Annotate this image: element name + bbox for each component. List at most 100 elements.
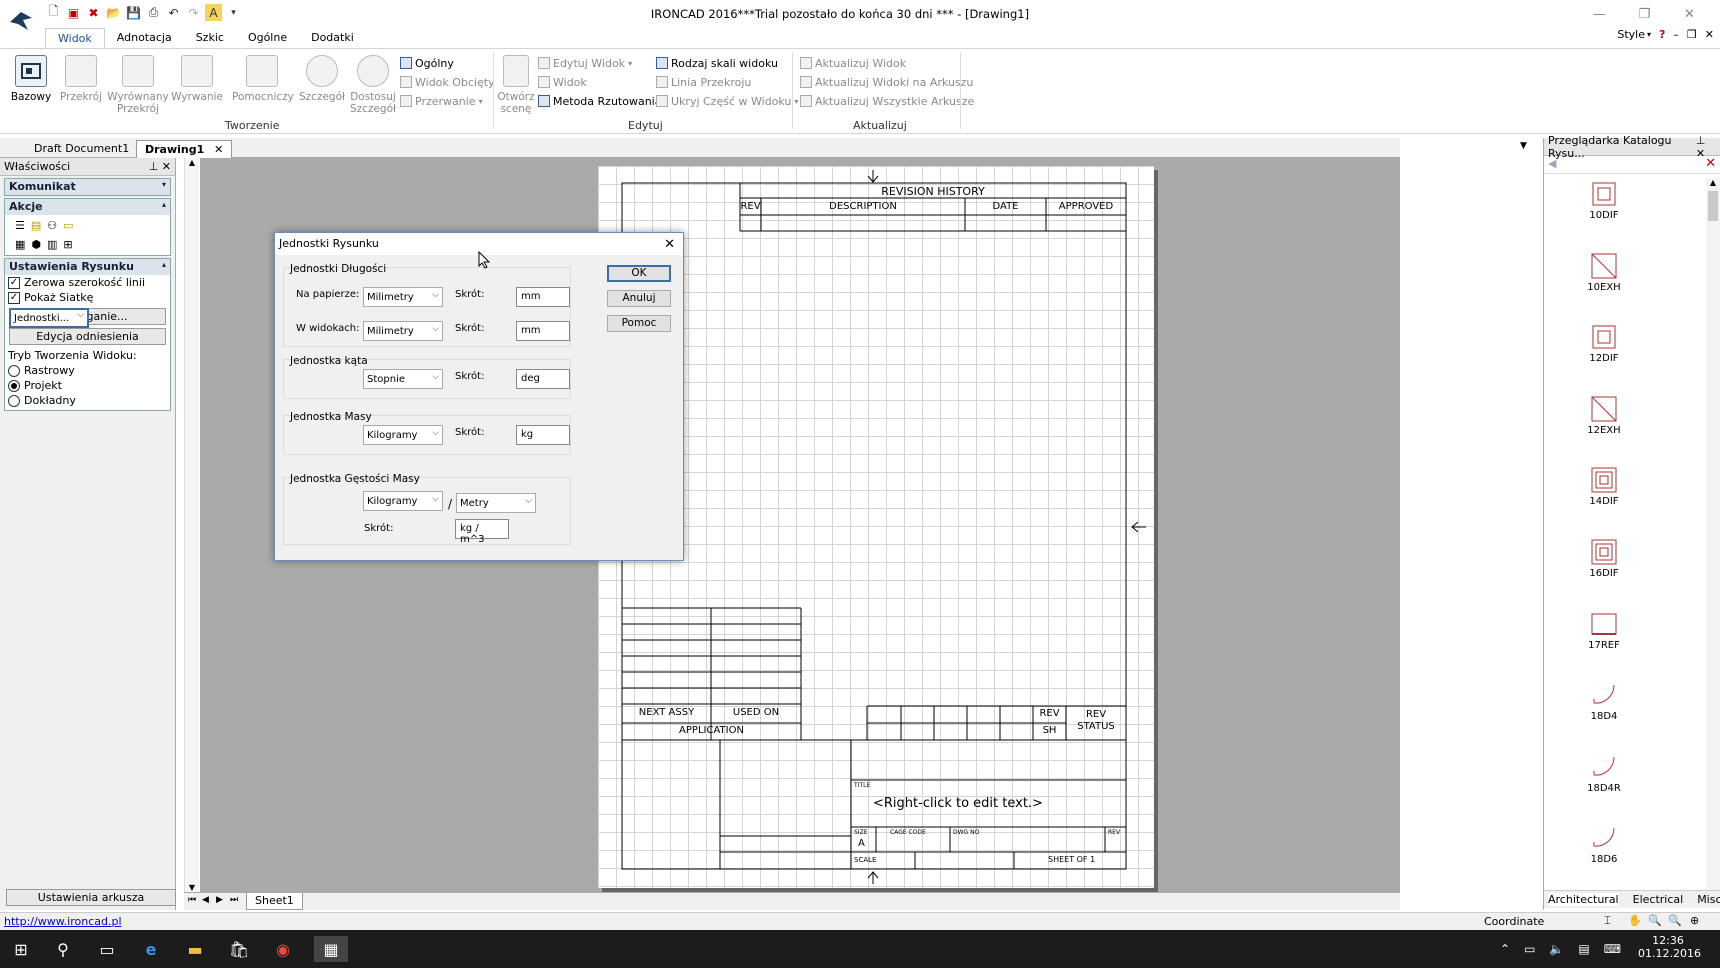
aligned-section-button[interactable]: Wyrównany Przekrój	[107, 55, 169, 115]
customize-qat-icon[interactable]: ▾	[225, 4, 242, 21]
keyboard-icon[interactable]: ⌨	[1604, 942, 1621, 956]
scroll-down-icon[interactable]: ▼	[185, 883, 199, 892]
cursor-tool-icon[interactable]: ⌶	[1604, 914, 1611, 928]
close-panel-icon[interactable]: ✕	[162, 160, 171, 173]
app-logo[interactable]	[8, 8, 34, 34]
paper-unit-select[interactable]: Milimetry	[363, 287, 443, 307]
dialog-close-icon[interactable]: ✕	[664, 237, 675, 252]
density-length-select[interactable]: Metry	[456, 493, 536, 513]
store-icon[interactable]: 🛍	[226, 936, 252, 962]
sheet-settings-button[interactable]: Ustawienia arkusza	[6, 889, 176, 906]
scroll-up-icon[interactable]: ▲	[185, 158, 199, 167]
tab-misc[interactable]: Misc	[1697, 893, 1720, 906]
mode-exact-radio[interactable]: Dokładny	[5, 393, 170, 408]
komunikat-header[interactable]: Komunikat ▾	[5, 179, 170, 195]
auxiliary-view-button[interactable]: Pomocniczy	[232, 55, 294, 103]
first-sheet-icon[interactable]: ⏮	[188, 895, 196, 905]
action-folder-icon[interactable]: ▭	[63, 219, 73, 232]
view-scale-type-button[interactable]: Rodzaj skali widoku	[656, 54, 778, 72]
volume-icon[interactable]: 🔈	[1549, 942, 1564, 956]
catalog-item[interactable]: 18D4R	[1574, 753, 1634, 794]
akcje-header[interactable]: Akcje ▴	[5, 199, 170, 215]
last-sheet-icon[interactable]: ⏭	[230, 895, 238, 905]
canvas-vertical-scrollbar[interactable]: ▲ ▼	[184, 158, 199, 892]
help-icon[interactable]: ?	[1659, 28, 1665, 41]
windows-start-icon[interactable]: ⊞	[8, 936, 34, 962]
highlight-icon[interactable]: A	[205, 4, 222, 21]
close-tab-icon[interactable]: ✕	[214, 143, 223, 156]
catalog-item[interactable]: 10DIF	[1574, 180, 1634, 221]
update-all-sheets-button[interactable]: Aktualizuj Wszystkie Arkusze	[800, 92, 974, 110]
action-grid-icon[interactable]: ▦	[15, 238, 25, 251]
network-icon[interactable]: ▭	[1524, 942, 1535, 956]
edge-browser-icon[interactable]: e	[138, 936, 164, 962]
edit-reference-button[interactable]: Edycja odniesienia	[9, 328, 166, 345]
style-dropdown[interactable]: Style	[1617, 28, 1645, 41]
zero-width-checkbox[interactable]: ✓ Zerowa szerokość linii	[5, 275, 170, 290]
density-abbr-input[interactable]: kg / m^3	[455, 519, 509, 545]
website-link[interactable]: http://www.ironcad.pl	[4, 915, 122, 928]
action-cube-icon[interactable]: ⬢	[31, 238, 41, 251]
prev-sheet-icon[interactable]: ◀	[202, 895, 209, 905]
zoom-fit-icon[interactable]: ⊕	[1690, 914, 1699, 927]
general-view-button[interactable]: Ogólny	[400, 54, 454, 72]
collapse-icon[interactable]: ▴	[162, 200, 166, 214]
angle-abbr-input[interactable]: deg	[516, 369, 570, 389]
mass-unit-select[interactable]: Kilogramy	[363, 425, 443, 445]
tab-widok[interactable]: Widok	[45, 28, 105, 48]
action-tree-icon[interactable]: ⊞	[63, 238, 72, 251]
view-unit-select[interactable]: Milimetry	[363, 321, 443, 341]
tab-architectural[interactable]: Architectural	[1548, 893, 1619, 906]
catalog-scrollbar[interactable]: ▲	[1706, 178, 1720, 892]
density-mass-select[interactable]: Kilogramy	[363, 491, 443, 511]
pan-icon[interactable]: ✋	[1628, 914, 1642, 927]
base-view-button[interactable]: Bazowy	[3, 55, 59, 103]
catalog-item[interactable]: 18D4	[1574, 681, 1634, 722]
section-line-button[interactable]: Linia Przekroju	[656, 73, 751, 91]
action-table-icon[interactable]: ☰	[15, 219, 25, 232]
print-icon[interactable]: ⎙	[145, 4, 162, 21]
view-abbr-input[interactable]: mm	[516, 321, 570, 341]
close-window-icon[interactable]: ✕	[1667, 0, 1712, 28]
update-sheet-views-button[interactable]: Aktualizuj Widoki na Arkuszu	[800, 73, 973, 91]
chrome-icon[interactable]: ◉	[270, 936, 296, 962]
scroll-up-icon[interactable]: ▲	[1706, 178, 1720, 187]
style-dropdown-arrow-icon[interactable]: ▾	[1647, 30, 1651, 39]
update-view-button[interactable]: Aktualizuj Widok	[800, 54, 906, 72]
hide-part-button[interactable]: Ukryj Część w Widoku ▾	[656, 92, 798, 110]
help-button[interactable]: Pomoc	[607, 315, 671, 332]
angle-unit-select[interactable]: Stopnie	[363, 369, 443, 389]
restore-doc-icon[interactable]: ❐	[1687, 28, 1697, 41]
ok-button[interactable]: OK	[607, 265, 671, 282]
collapse-icon[interactable]: ▾	[162, 180, 166, 194]
breakout-button[interactable]: Wyrwanie	[169, 55, 225, 103]
action-list-icon[interactable]: ▥	[47, 238, 57, 251]
catalog-item[interactable]: 10EXH	[1574, 252, 1634, 293]
tab-sheet1[interactable]: Sheet1	[246, 893, 303, 910]
clock[interactable]: 12:36 01.12.2016	[1638, 934, 1701, 960]
catalog-item[interactable]: 14DIF	[1574, 466, 1634, 507]
action-users-icon[interactable]: ⚇	[47, 219, 57, 232]
drawing-settings-header[interactable]: Ustawienia Rysunku ▴	[5, 259, 170, 275]
search-icon[interactable]: ⚲	[50, 936, 76, 962]
ironcad-taskbar-icon[interactable]: ▦	[314, 936, 348, 962]
minimize-icon[interactable]: —	[1577, 0, 1622, 28]
adjust-detail-button[interactable]: Dostosuj Szczegół	[347, 55, 399, 115]
edit-view-button[interactable]: Edytuj Widok ▾	[538, 54, 632, 72]
catalog-item[interactable]: 18D6	[1574, 824, 1634, 865]
save-icon[interactable]: 💾	[125, 4, 142, 21]
mass-abbr-input[interactable]: kg	[516, 425, 570, 445]
tab-electrical[interactable]: Electrical	[1633, 893, 1684, 906]
tray-chevron-icon[interactable]: ⌃	[1500, 942, 1510, 956]
mode-project-radio[interactable]: Projekt	[5, 378, 170, 393]
close-doc-icon[interactable]: ✖	[85, 4, 102, 21]
tab-ogolne[interactable]: Ogólne	[236, 28, 299, 48]
catalog-item[interactable]: 12DIF	[1574, 323, 1634, 364]
task-view-icon[interactable]: ▭	[94, 936, 120, 962]
show-grid-checkbox[interactable]: ✓ Pokaż Siatkę	[5, 290, 170, 305]
minimize-doc-icon[interactable]: –	[1673, 28, 1679, 41]
open-scene-button[interactable]: Otwórz scenę	[496, 55, 536, 115]
broken-view-button[interactable]: Widok Obcięty	[400, 73, 495, 91]
undo-icon[interactable]: ↶	[165, 4, 182, 21]
mode-raster-radio[interactable]: Rastrowy	[5, 363, 170, 378]
